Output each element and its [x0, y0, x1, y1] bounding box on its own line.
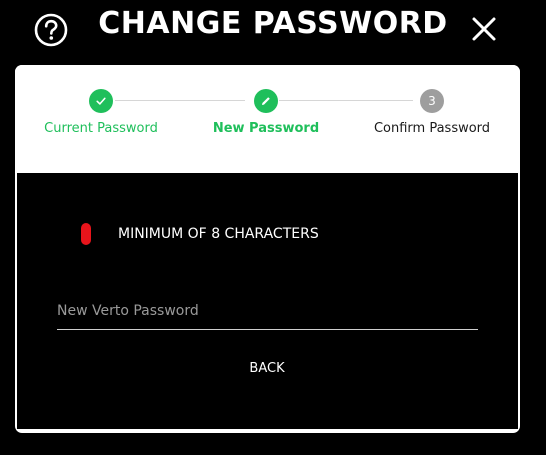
requirement-status-indicator — [81, 223, 91, 245]
password-form-panel: MINIMUM OF 8 CHARACTERS BACK — [17, 173, 518, 429]
requirement-text: MINIMUM OF 8 CHARACTERS — [118, 226, 319, 242]
step-current-password: Current Password — [21, 89, 181, 136]
step-3-label: Confirm Password — [373, 121, 491, 136]
change-password-card: Current Password New Password 3 Confirm … — [15, 65, 520, 433]
close-button[interactable] — [470, 15, 498, 43]
step-1-indicator — [89, 89, 113, 113]
new-password-field — [57, 295, 478, 330]
header: CHANGE PASSWORD — [0, 0, 546, 60]
change-password-screen: CHANGE PASSWORD Current Password New Pas… — [0, 0, 546, 455]
step-2-indicator — [254, 89, 278, 113]
requirement-min-length: MINIMUM OF 8 CHARACTERS — [81, 223, 319, 245]
step-new-password: New Password — [186, 89, 346, 136]
page-title: CHANGE PASSWORD — [98, 6, 448, 41]
new-password-input[interactable] — [57, 295, 478, 327]
check-icon — [96, 97, 106, 105]
step-2-label: New Password — [212, 121, 320, 136]
pencil-icon — [262, 97, 270, 105]
progress-stepper: Current Password New Password 3 Confirm … — [15, 65, 520, 173]
back-button[interactable]: BACK — [217, 357, 317, 381]
step-confirm-password: 3 Confirm Password — [352, 89, 512, 136]
step-3-indicator: 3 — [420, 89, 444, 113]
close-icon — [472, 17, 496, 41]
step-1-label: Current Password — [44, 121, 158, 136]
